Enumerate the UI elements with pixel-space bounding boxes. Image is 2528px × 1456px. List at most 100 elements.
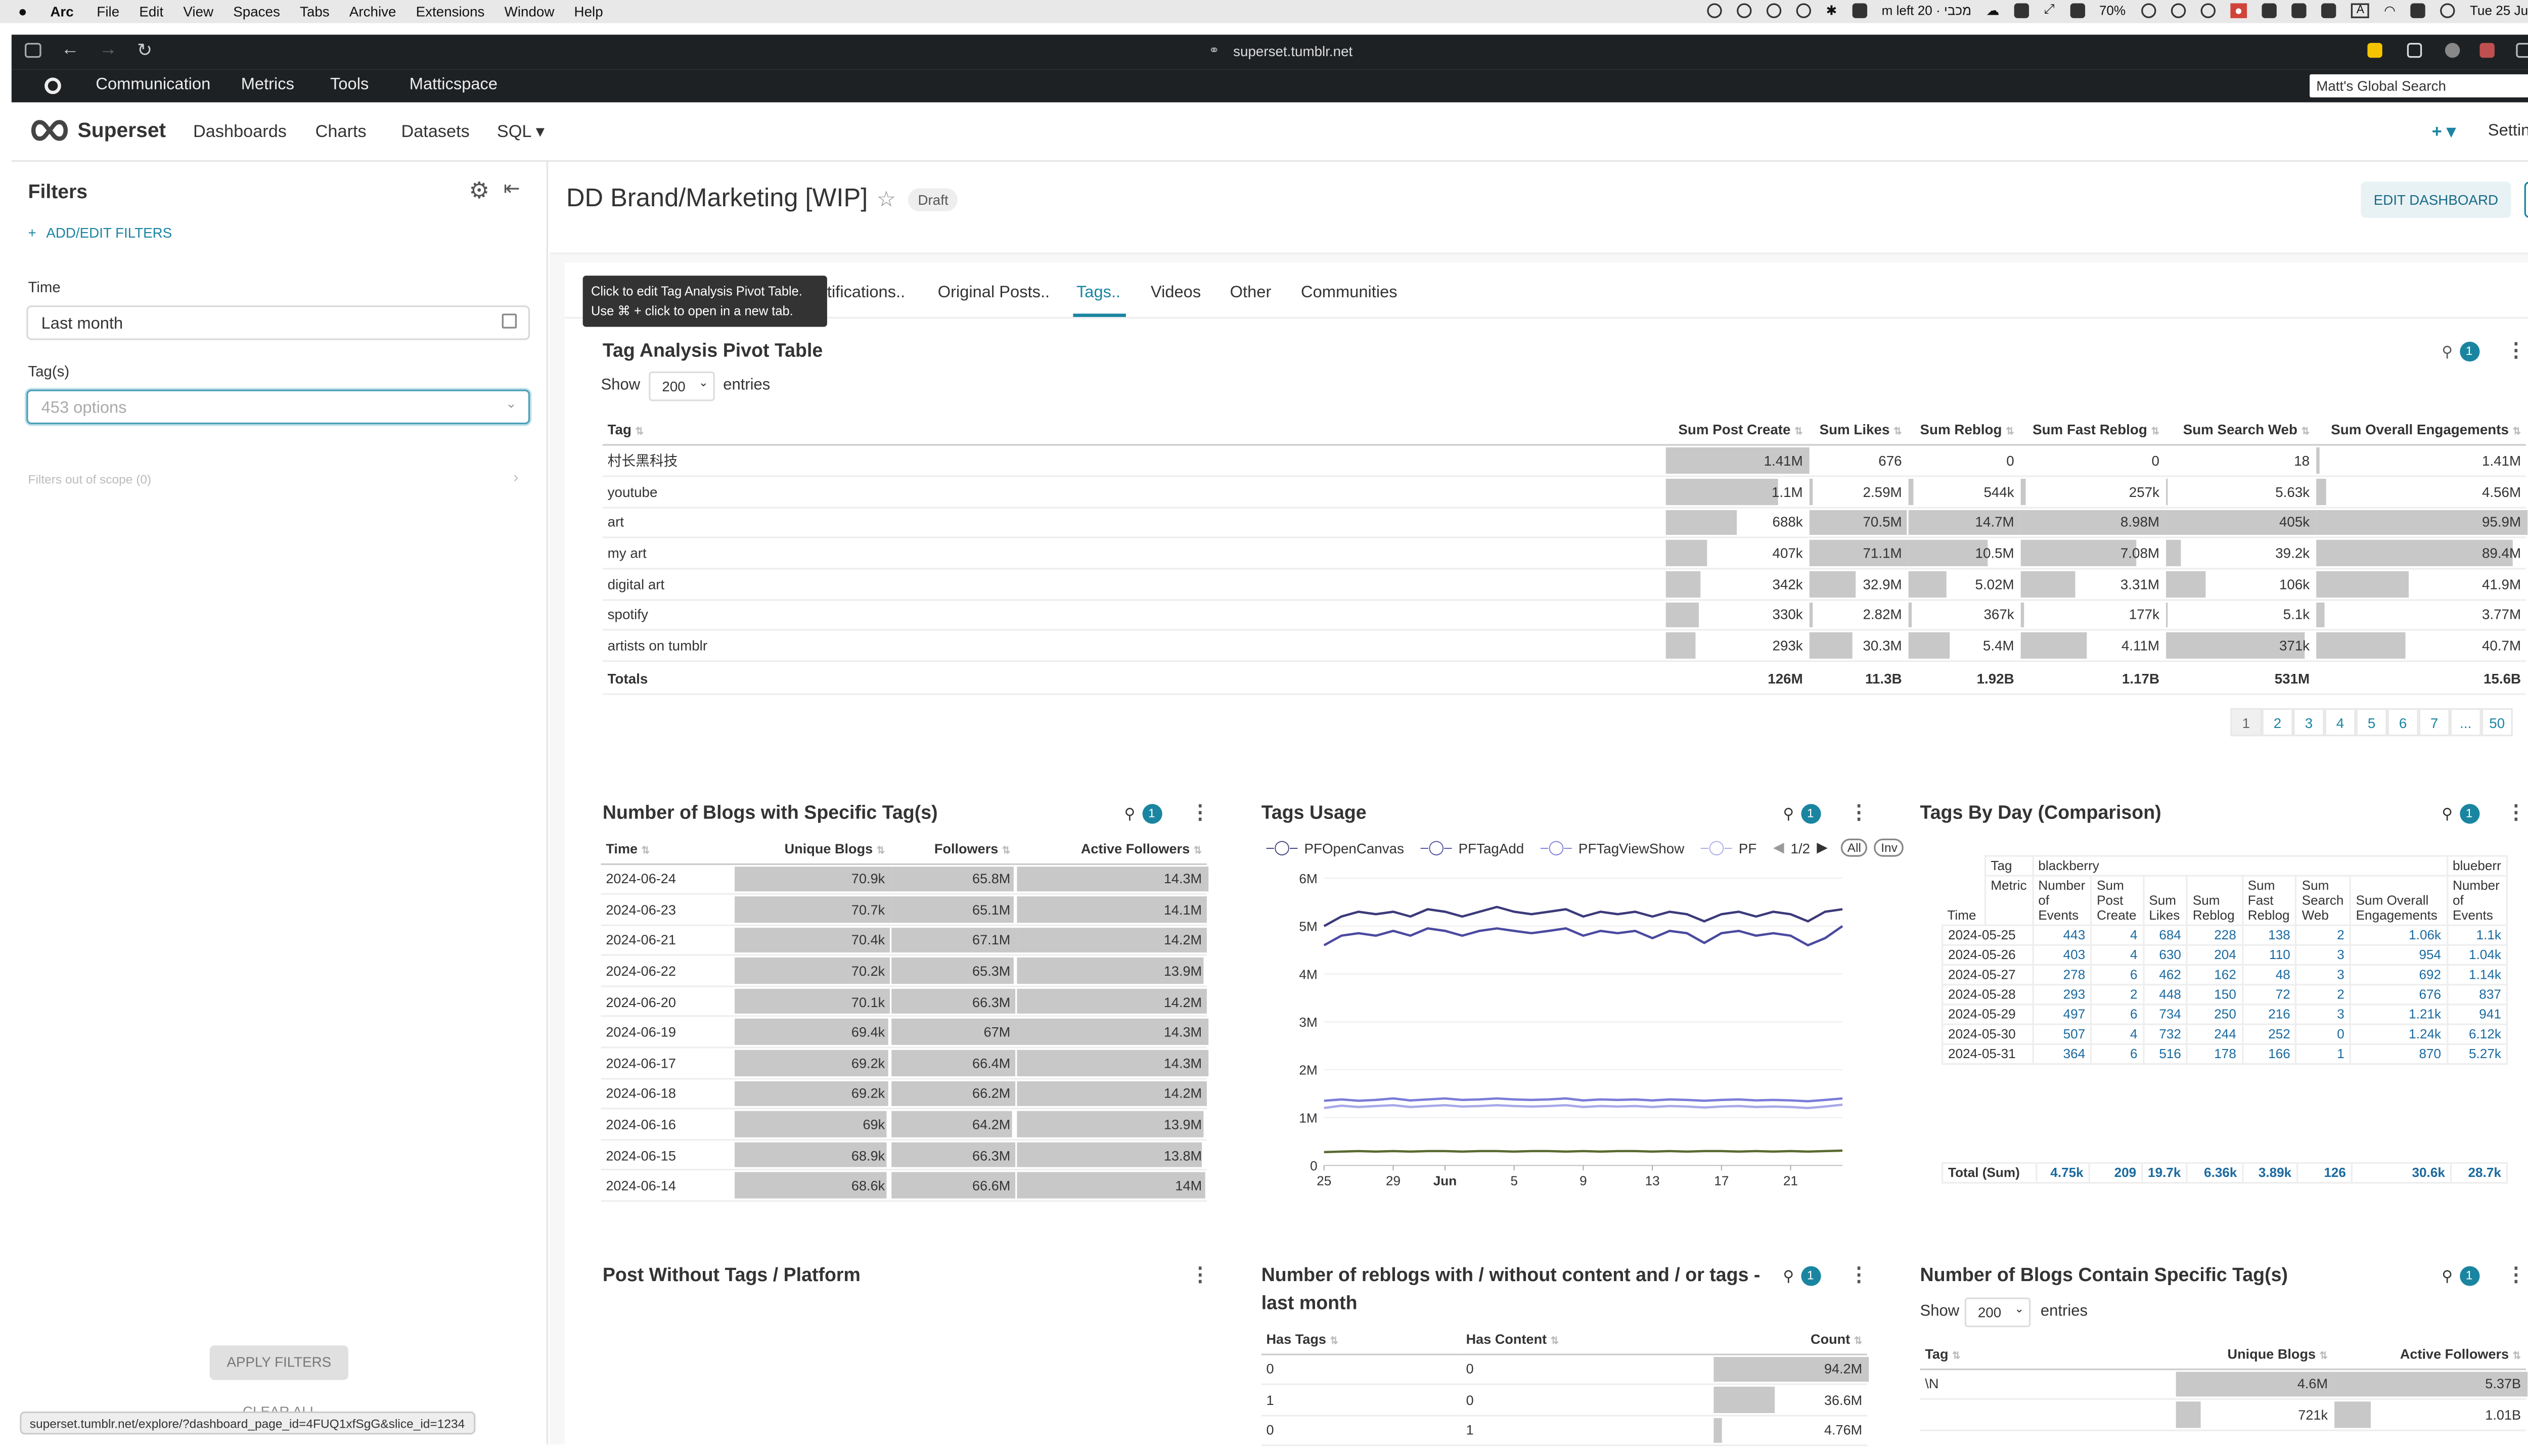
favorite-star-icon[interactable]: ☆ bbox=[877, 187, 896, 213]
tags-day-filter-indicator[interactable]: ⚲ 1 bbox=[2442, 804, 2479, 824]
pen-icon[interactable] bbox=[2262, 2, 2278, 18]
col-time[interactable]: Time ⇅ bbox=[601, 833, 733, 864]
menu-help[interactable]: Help bbox=[574, 4, 603, 20]
bookmark-metrics[interactable]: Metrics bbox=[241, 76, 294, 94]
blogs-tag-menu-icon[interactable]: ⋮ bbox=[1190, 802, 1210, 822]
legend-all-button[interactable]: All bbox=[1840, 838, 1868, 857]
tabs-icon[interactable] bbox=[2516, 42, 2528, 58]
col-tag[interactable]: Tag ⇅ bbox=[1920, 1339, 2175, 1370]
menu-view[interactable]: View bbox=[183, 4, 213, 20]
tab-original-posts[interactable]: Original Posts.. bbox=[938, 284, 1050, 302]
cloud-icon[interactable]: ☁ bbox=[1986, 3, 1999, 17]
blogs-contain-menu-icon[interactable]: ⋮ bbox=[2506, 1264, 2526, 1284]
tags-day-scroll[interactable]: Tag blackberry blueberr Time Metric Numb… bbox=[1942, 855, 2508, 1193]
display-icon[interactable] bbox=[2322, 2, 2337, 18]
table-row[interactable]: youtube 1.1M 2.59M 544k 257k 5.63k 4.56M bbox=[602, 476, 2526, 508]
col-unique-blogs[interactable]: Unique Blogs ⇅ bbox=[2174, 1339, 2333, 1370]
col-active-followers[interactable]: Active Followers ⇅ bbox=[1015, 833, 1207, 864]
table-row[interactable]: my art 407k 71.1M 10.5M 7.08M 39.2k 89.4M bbox=[602, 537, 2526, 570]
tab-notifications[interactable]: tifications.. bbox=[827, 284, 905, 302]
page-button[interactable]: 50 bbox=[2481, 708, 2513, 737]
post-without-menu-icon[interactable]: ⋮ bbox=[1190, 1264, 1210, 1284]
blogs-tag-title[interactable]: Number of Blogs with Specific Tag(s) bbox=[603, 804, 938, 824]
app-icon[interactable] bbox=[2014, 2, 2029, 18]
input-icon[interactable]: A bbox=[2351, 2, 2369, 18]
table-row[interactable]: 2024-05-26 403 4 630 204 110 3 954 1.04k bbox=[1942, 944, 2508, 966]
pivot-col-likes[interactable]: Sum Likes ⇅ bbox=[1808, 414, 1907, 446]
table-row[interactable]: 2024-06-22 70.2k 65.3M 13.9M bbox=[601, 955, 1207, 987]
table-row[interactable]: 0 1 4.76M bbox=[1261, 1415, 1868, 1447]
extension-badge-icon[interactable] bbox=[2367, 42, 2382, 58]
bluetooth-icon[interactable]: ✱ bbox=[1826, 3, 1837, 17]
siri-icon[interactable] bbox=[2440, 2, 2455, 18]
legend-item[interactable]: PFOpenCanvas bbox=[1304, 839, 1404, 856]
nav-sql[interactable]: SQL ▾ bbox=[497, 122, 545, 142]
col-has-tags[interactable]: Has Tags ⇅ bbox=[1261, 1324, 1461, 1355]
table-row[interactable]: \N 4.6M 5.37B bbox=[1920, 1368, 2528, 1400]
pivot-col-engagements[interactable]: Sum Overall Engagements ⇅ bbox=[2314, 414, 2526, 446]
table-row[interactable]: 2024-05-30 507 4 732 244 252 0 1.24k 6.12k bbox=[1942, 1023, 2508, 1045]
apple-icon[interactable]: ● bbox=[18, 4, 27, 20]
col-followers[interactable]: Followers ⇅ bbox=[889, 833, 1016, 864]
extension2-icon[interactable] bbox=[2445, 42, 2460, 58]
table-row[interactable]: 2024-06-18 69.2k 66.2M 14.2M bbox=[601, 1078, 1207, 1110]
page-button[interactable]: 6 bbox=[2387, 708, 2419, 737]
table-row[interactable]: 0 0 94.2M bbox=[1261, 1353, 1869, 1385]
page-button[interactable]: 1 bbox=[2230, 708, 2262, 737]
pivot-page-size-select[interactable]: 200 ⌄ bbox=[649, 371, 715, 401]
battery-text[interactable]: 70% bbox=[2099, 3, 2126, 17]
page-button[interactable]: 3 bbox=[2293, 708, 2325, 737]
control-center-icon[interactable] bbox=[2410, 2, 2425, 18]
microphone-icon[interactable]: ● bbox=[2229, 2, 2248, 18]
legend-item[interactable]: PFTagViewShow bbox=[1578, 839, 1684, 856]
extension3-icon[interactable] bbox=[2479, 42, 2495, 58]
brand-name[interactable]: Superset bbox=[77, 119, 166, 142]
status-text[interactable]: m left 20 · מכבי bbox=[1882, 3, 1971, 17]
post-without-title[interactable]: Post Without Tags / Platform bbox=[603, 1266, 861, 1286]
chevron-right-icon[interactable]: › bbox=[514, 469, 519, 485]
table-row[interactable]: 1 0 36.6M bbox=[1261, 1384, 1868, 1416]
expand-icon[interactable]: ⤢ bbox=[2044, 2, 2055, 18]
table-row[interactable]: 2024-06-19 69.4k 67M 14.3M bbox=[601, 1017, 1209, 1049]
legend-item[interactable]: PFTagAdd bbox=[1459, 839, 1524, 856]
reblogs-menu-icon[interactable]: ⋮ bbox=[1849, 1264, 1869, 1284]
col-active-followers[interactable]: Active Followers ⇅ bbox=[2332, 1339, 2526, 1370]
page-button[interactable]: 2 bbox=[2262, 708, 2293, 737]
new-menu-button[interactable]: + ▾ bbox=[2432, 122, 2456, 142]
page-button[interactable]: 7 bbox=[2418, 708, 2450, 737]
table-row[interactable]: 2024-06-24 70.9k 65.8M 14.3M bbox=[601, 863, 1209, 895]
menu-app-name[interactable]: Arc bbox=[50, 4, 73, 20]
series-line[interactable] bbox=[1324, 1149, 1843, 1154]
tags-usage-chart[interactable]: 0 1M 2M 3M 4M 5M 6M 25 29 Jun 5 9 13 17 21 bbox=[1261, 861, 1856, 1195]
tab-other[interactable]: Other bbox=[1230, 284, 1272, 302]
page-button[interactable]: ... bbox=[2450, 708, 2481, 737]
table-row[interactable]: 2024-06-23 70.7k 65.1M 14.1M bbox=[601, 894, 1207, 926]
nav-dashboards[interactable]: Dashboards bbox=[193, 122, 287, 142]
layers-icon[interactable] bbox=[1852, 2, 1867, 18]
compass-icon[interactable] bbox=[2200, 2, 2215, 18]
settings-menu[interactable]: Settings ▾ bbox=[2488, 122, 2528, 141]
wifi-icon[interactable]: ◠ bbox=[2384, 3, 2396, 17]
tab-tags[interactable]: Tags.. bbox=[1076, 284, 1120, 302]
table-row[interactable]: 2024-05-31 364 6 516 178 166 1 870 5.27k bbox=[1942, 1043, 2508, 1065]
blogs-contain-title[interactable]: Number of Blogs Contain Specific Tag(s) bbox=[1920, 1266, 2288, 1286]
menu-spaces[interactable]: Spaces bbox=[233, 4, 280, 20]
table-row[interactable]: digital art 342k 32.9M 5.02M 3.31M 106k 41.9M bbox=[602, 568, 2526, 601]
pivot-col-reblog[interactable]: Sum Reblog ⇅ bbox=[1907, 414, 2019, 446]
table-row[interactable]: 2024-06-20 70.1k 66.3M 14.2M bbox=[601, 986, 1207, 1018]
pivot-col-tag[interactable]: Tag ⇅ bbox=[602, 414, 1664, 446]
menu-archive[interactable]: Archive bbox=[349, 4, 396, 20]
table-row[interactable]: art 688k 70.5M 14.7M 8.98M 405k 95.9M bbox=[602, 507, 2528, 539]
col-unique-blogs[interactable]: Unique Blogs ⇅ bbox=[733, 833, 890, 864]
legend-prev-icon[interactable]: ◀ bbox=[1773, 839, 1784, 857]
table-row[interactable]: 2024-05-27 278 6 462 162 48 3 692 1.14k bbox=[1942, 964, 2508, 986]
forward-icon[interactable]: → bbox=[99, 39, 117, 59]
tab-communities[interactable]: Communities bbox=[1301, 284, 1397, 302]
app2-icon[interactable] bbox=[2292, 2, 2307, 18]
pivot-menu-icon[interactable]: ⋮ bbox=[2506, 340, 2526, 360]
menu-window[interactable]: Window bbox=[505, 4, 555, 20]
series-line[interactable] bbox=[1323, 925, 1843, 947]
dashboard-title[interactable]: DD Brand/Marketing [WIP] bbox=[566, 185, 868, 215]
table-row[interactable]: artists on tumblr 293k 30.3M 5.4M 4.11M 371k 4… bbox=[602, 630, 2526, 662]
clock-icon[interactable] bbox=[2170, 2, 2185, 18]
